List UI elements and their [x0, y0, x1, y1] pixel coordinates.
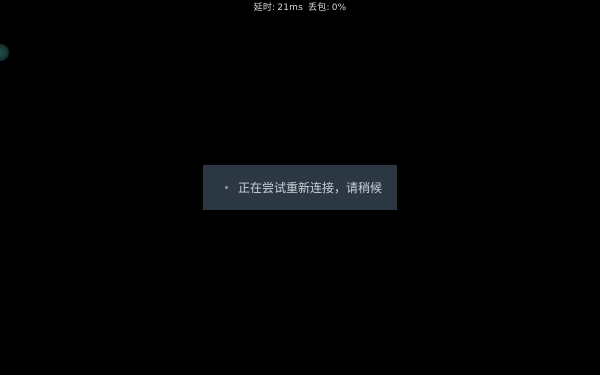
stream-viewport: 延时: 21ms 丢包: 0% 正在尝试重新连接，请稍候	[0, 0, 600, 375]
reconnect-toast: 正在尝试重新连接，请稍候	[203, 165, 397, 210]
latency-value: 21ms	[277, 3, 303, 13]
latency-label: 延时:	[253, 3, 276, 13]
loading-spinner-icon	[225, 186, 228, 189]
floating-menu-ball[interactable]	[0, 45, 8, 60]
packet-loss-label: 丢包:	[308, 3, 330, 13]
network-stats-bar: 延时: 21ms 丢包: 0%	[0, 2, 600, 14]
reconnect-message: 正在尝试重新连接，请稍候	[238, 181, 383, 195]
packet-loss-value: 0%	[331, 3, 347, 13]
